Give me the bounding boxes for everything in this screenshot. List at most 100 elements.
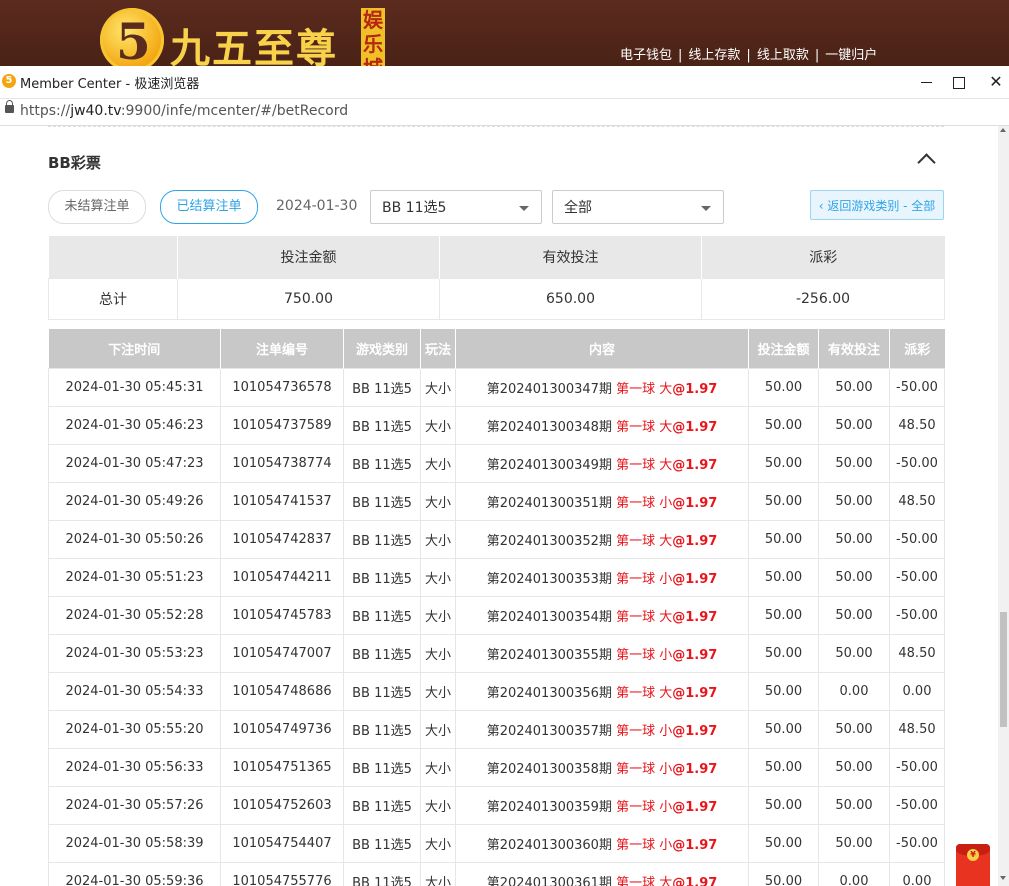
cell-valid: 50.00 [818, 786, 890, 825]
cell-play: 大小 [420, 862, 456, 886]
cell-game: BB 11选5 [343, 406, 421, 445]
red-envelope-icon[interactable]: ¥ [956, 844, 990, 886]
content-odds: 1.97 [685, 762, 718, 777]
column-header-id[interactable]: 注单编号 [220, 329, 344, 369]
content-at: @ [672, 686, 686, 701]
cell-time: 2024-01-30 05:47:23 [48, 444, 221, 483]
table-row: 2024-01-30 05:45:31 101054736578 BB 11选5 大小… [48, 368, 945, 407]
close-icon: ✕ [989, 72, 1003, 91]
table-row: 2024-01-30 05:52:28 101054745783 BB 11选5 大小… [48, 596, 945, 635]
nav-separator: | [814, 48, 820, 63]
nav-separator: | [678, 48, 683, 63]
content-period: 第202401300349期 [486, 458, 612, 473]
summary-header-cell [48, 236, 178, 279]
summary-table: 投注金额 有效投注 派彩 总计 750.00 650.00 -256.00 [48, 236, 945, 320]
cell-content: 第202401300357期 第一球 小@1.97 [455, 710, 749, 749]
close-button[interactable]: ✕ [981, 70, 1009, 94]
type-select[interactable]: 全部 [552, 190, 724, 224]
nav-deposit[interactable]: 线上存款 [688, 44, 740, 63]
content-at: @ [672, 762, 686, 777]
cell-payout: 0.00 [889, 862, 945, 886]
column-header-time[interactable]: 下注时间 [48, 329, 221, 369]
vertical-scrollbar[interactable] [998, 126, 1009, 886]
cell-valid: 50.00 [818, 482, 890, 521]
column-header-payout[interactable]: 派彩 [889, 329, 945, 369]
cell-play: 大小 [420, 482, 456, 521]
cell-payout: -50.00 [889, 558, 945, 597]
table-row: 2024-01-30 05:47:23 101054738774 BB 11选5 大小… [48, 444, 945, 483]
content-at: @ [672, 572, 686, 587]
cell-play: 大小 [420, 786, 456, 825]
table-header-row: 下注时间 注单编号 游戏类别 玩法 内容 投注金额 有效投注 派彩 [48, 329, 945, 369]
window-titlebar: 5 Member Center - 极速浏览器 ✕ [0, 66, 1009, 99]
cell-game: BB 11选5 [343, 672, 421, 711]
column-header-bet[interactable]: 投注金额 [748, 329, 819, 369]
cell-bet: 50.00 [748, 786, 819, 825]
content-at: @ [672, 420, 686, 435]
content-odds: 1.97 [685, 382, 718, 397]
content-odds: 1.97 [685, 496, 718, 511]
cell-content: 第202401300358期 第一球 小@1.97 [455, 748, 749, 787]
content-odds: 1.97 [685, 800, 718, 815]
nav-consolidate[interactable]: 一键归户 [825, 44, 877, 63]
content-odds: 1.97 [685, 458, 718, 473]
nav-wallet[interactable]: 电子钱包 [620, 44, 672, 63]
cell-time: 2024-01-30 05:50:26 [48, 520, 221, 559]
cell-bet: 50.00 [748, 710, 819, 749]
url-text[interactable]: https://jw40.tv:9900/infe/mcenter/#/betR… [20, 103, 348, 119]
cell-bet: 50.00 [748, 482, 819, 521]
cell-play: 大小 [420, 406, 456, 445]
scroll-down-icon[interactable] [1000, 876, 1006, 880]
maximize-button[interactable] [944, 70, 974, 94]
content-pick: 第一球 小 [616, 648, 673, 663]
column-header-content[interactable]: 内容 [455, 329, 749, 369]
cell-content: 第202401300356期 第一球 大@1.97 [455, 672, 749, 711]
content-at: @ [672, 382, 686, 397]
site-logo-icon: 5 [100, 8, 164, 66]
cell-game: BB 11选5 [343, 520, 421, 559]
cell-content: 第202401300351期 第一球 小@1.97 [455, 482, 749, 521]
scrollbar-thumb[interactable] [1000, 612, 1007, 727]
cell-bet: 50.00 [748, 520, 819, 559]
cell-content: 第202401300361期 第一球 大@1.97 [455, 862, 749, 886]
content-period: 第202401300351期 [486, 496, 612, 511]
content-at: @ [672, 876, 686, 886]
tab-settled[interactable]: 已结算注单 [160, 190, 258, 224]
content-period: 第202401300357期 [486, 724, 612, 739]
chevron-up-icon[interactable] [917, 153, 936, 172]
summary-bet: 750.00 [177, 278, 440, 320]
cell-time: 2024-01-30 05:54:33 [48, 672, 221, 711]
content-odds: 1.97 [685, 648, 718, 663]
game-select[interactable]: BB 11选5 [370, 190, 542, 224]
content-pick: 第一球 大 [616, 610, 673, 625]
cell-payout: 48.50 [889, 634, 945, 673]
cell-content: 第202401300360期 第一球 小@1.97 [455, 824, 749, 863]
cell-bet: 50.00 [748, 672, 819, 711]
content-pick: 第一球 小 [616, 762, 673, 777]
address-bar[interactable]: https://jw40.tv:9900/infe/mcenter/#/betR… [0, 99, 1009, 126]
chevron-down-icon [519, 206, 529, 211]
cell-time: 2024-01-30 05:52:28 [48, 596, 221, 635]
nav-withdraw[interactable]: 线上取款 [757, 44, 809, 63]
cell-bet: 50.00 [748, 368, 819, 407]
cell-play: 大小 [420, 368, 456, 407]
scroll-up-icon[interactable] [1000, 128, 1006, 132]
summary-valid: 650.00 [439, 278, 702, 320]
app-logo-icon: 5 [2, 74, 16, 88]
cell-id: 101054755776 [220, 862, 344, 886]
cell-payout: -50.00 [889, 824, 945, 863]
cell-id: 101054747007 [220, 634, 344, 673]
cell-game: BB 11选5 [343, 862, 421, 886]
logo-char: 5 [116, 12, 151, 66]
cell-valid: 50.00 [818, 710, 890, 749]
cell-valid: 50.00 [818, 406, 890, 445]
column-header-play[interactable]: 玩法 [420, 329, 456, 369]
tab-unsettled[interactable]: 未结算注单 [48, 190, 146, 224]
cell-play: 大小 [420, 634, 456, 673]
column-header-game[interactable]: 游戏类别 [343, 329, 421, 369]
date-field[interactable]: 2024-01-30 [276, 198, 357, 214]
cell-content: 第202401300348期 第一球 大@1.97 [455, 406, 749, 445]
back-to-category-button[interactable]: ‹ 返回游戏类别 - 全部 [810, 190, 944, 220]
column-header-valid[interactable]: 有效投注 [818, 329, 890, 369]
minimize-button[interactable] [911, 70, 941, 94]
